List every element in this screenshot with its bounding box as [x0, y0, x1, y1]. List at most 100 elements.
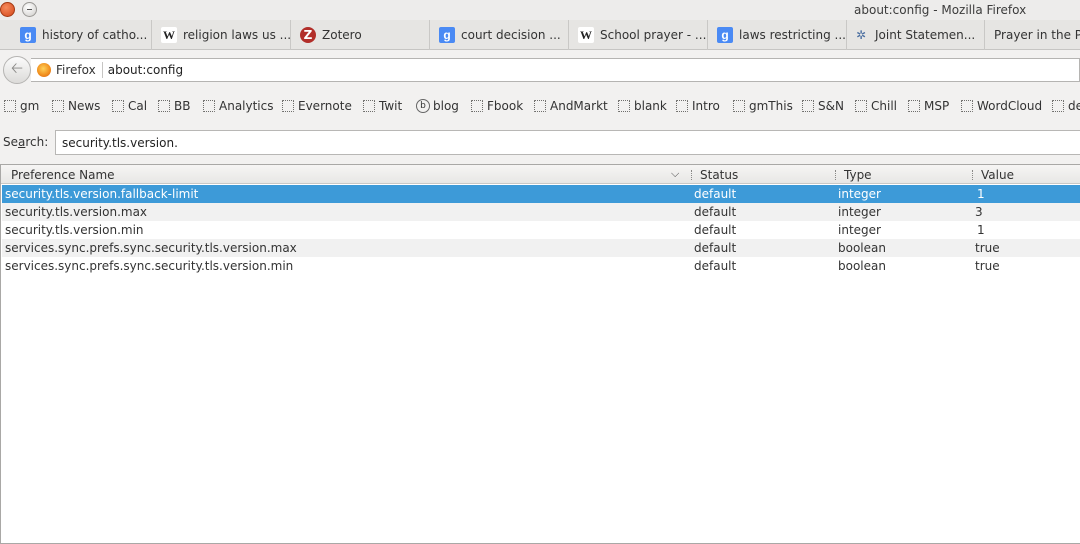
bookmark-chill[interactable]: Chill: [855, 96, 897, 116]
tab-joint-statement[interactable]: ✲ Joint Statemen...: [847, 20, 985, 50]
column-header-value[interactable]: Value: [981, 168, 1014, 182]
folder-icon: [618, 100, 630, 112]
bookmark-twit[interactable]: Twit: [363, 96, 402, 116]
bookmark-label: gmThis: [749, 99, 793, 113]
minimize-window-icon[interactable]: [22, 2, 37, 17]
wikipedia-icon: W: [161, 27, 177, 43]
column-splitter[interactable]: [691, 170, 692, 180]
cell-preference-name: security.tls.version.min: [5, 223, 144, 237]
bookmark-blank[interactable]: blank: [618, 96, 667, 116]
tab-prayer-in-the-public[interactable]: Prayer in the Pu: [985, 20, 1080, 50]
blog-icon: b: [416, 99, 430, 113]
folder-icon: [282, 100, 294, 112]
column-header-preference-name[interactable]: Preference Name: [11, 168, 115, 182]
bookmark-msp[interactable]: MSP: [908, 96, 949, 116]
table-row[interactable]: security.tls.version.min default integer…: [2, 221, 1080, 239]
folder-icon: [961, 100, 973, 112]
search-row: Search: security.tls.version.: [0, 126, 1080, 158]
tab-religion-laws[interactable]: W religion laws us ...: [152, 20, 291, 50]
folder-icon: [534, 100, 546, 112]
folder-icon: [4, 100, 16, 112]
bookmark-label: Chill: [871, 99, 897, 113]
identity-label: Firefox: [56, 63, 96, 77]
bookmark-label: Intro: [692, 99, 720, 113]
site-identity-button[interactable]: Firefox: [31, 62, 103, 78]
bookmark-andmarkt[interactable]: AndMarkt: [534, 96, 608, 116]
column-splitter[interactable]: [972, 170, 973, 180]
folder-icon: [802, 100, 814, 112]
navigation-toolbar: 🡠 Firefox about:config: [0, 50, 1080, 90]
cell-status: default: [694, 187, 737, 201]
bookmark-news[interactable]: News: [52, 96, 100, 116]
bookmark-label: Fbook: [487, 99, 524, 113]
bookmark-label: S&N: [818, 99, 844, 113]
bookmark-evernote[interactable]: Evernote: [282, 96, 352, 116]
folder-icon: [203, 100, 215, 112]
tab-laws-restricting[interactable]: g laws restricting ...: [708, 20, 847, 50]
column-header-type[interactable]: Type: [844, 168, 872, 182]
table-row[interactable]: services.sync.prefs.sync.security.tls.ve…: [2, 257, 1080, 275]
cell-preference-name: services.sync.prefs.sync.security.tls.ve…: [5, 241, 297, 255]
cell-value: 3: [975, 205, 983, 219]
bookmark-label: blog: [433, 99, 459, 113]
bookmark-label: News: [68, 99, 101, 113]
cell-status: default: [694, 205, 737, 219]
cell-value: true: [975, 259, 1000, 273]
bookmark-analytics[interactable]: Analytics: [203, 96, 274, 116]
bookmark-wordcloud[interactable]: WordCloud: [961, 96, 1042, 116]
tab-zotero[interactable]: Z Zotero: [291, 20, 430, 50]
column-header-status[interactable]: Status: [700, 168, 738, 182]
folder-icon: [363, 100, 375, 112]
table-row-selected[interactable]: security.tls.version.fallback-limit defa…: [2, 185, 1080, 203]
bookmark-label: MSP: [924, 99, 950, 113]
google-icon: g: [439, 27, 455, 43]
close-window-icon[interactable]: [0, 2, 15, 17]
url-text[interactable]: about:config: [103, 63, 183, 77]
bookmark-de[interactable]: de: [1052, 96, 1080, 116]
tree-header: Preference Name ⌵ Status Type Value: [1, 165, 1080, 184]
tab-strip: g history of catho... W religion laws us…: [0, 20, 1080, 50]
table-row[interactable]: services.sync.prefs.sync.security.tls.ve…: [2, 239, 1080, 257]
folder-icon: [112, 100, 124, 112]
cell-type: boolean: [838, 241, 886, 255]
bookmark-s-and-n[interactable]: S&N: [802, 96, 844, 116]
bookmark-blog[interactable]: b blog: [416, 96, 459, 116]
folder-icon: [855, 100, 867, 112]
back-arrow-icon: 🡠: [10, 58, 24, 77]
tab-court-decision[interactable]: g court decision ...: [430, 20, 569, 50]
search-input[interactable]: security.tls.version.: [55, 130, 1080, 155]
folder-icon: [52, 100, 64, 112]
url-bar[interactable]: Firefox about:config: [31, 58, 1080, 82]
zotero-icon: Z: [300, 27, 316, 43]
bookmark-bb[interactable]: BB: [158, 96, 190, 116]
cell-status: default: [694, 259, 737, 273]
tab-label: Zotero: [322, 28, 362, 42]
cell-type: integer: [838, 223, 881, 237]
preferences-tree[interactable]: Preference Name ⌵ Status Type Value secu…: [0, 164, 1080, 544]
tab-school-prayer[interactable]: W School prayer - ...: [569, 20, 708, 50]
bookmarks-toolbar: gm News Cal BB Analytics Evernote Twit b…: [0, 96, 1080, 118]
cell-value: 1: [977, 187, 985, 201]
bookmark-label: blank: [634, 99, 667, 113]
back-button[interactable]: 🡠: [3, 56, 31, 84]
tab-label: history of catho...: [42, 28, 148, 42]
bookmark-gm[interactable]: gm: [4, 96, 39, 116]
cell-preference-name: security.tls.version.fallback-limit: [5, 187, 199, 201]
bookmark-intro[interactable]: Intro: [676, 96, 720, 116]
tab-history-of-catholic[interactable]: g history of catho...: [0, 20, 152, 50]
bookmark-label: Cal: [128, 99, 148, 113]
column-splitter[interactable]: [835, 170, 836, 180]
wikipedia-icon: W: [578, 27, 594, 43]
folder-icon: [471, 100, 483, 112]
cell-type: integer: [838, 205, 881, 219]
folder-icon: [733, 100, 745, 112]
folder-icon: [158, 100, 170, 112]
bookmark-gmthis[interactable]: gmThis: [733, 96, 793, 116]
folder-icon: [676, 100, 688, 112]
tab-label: laws restricting ...: [739, 28, 846, 42]
table-row[interactable]: security.tls.version.max default integer…: [2, 203, 1080, 221]
bookmark-fbook[interactable]: Fbook: [471, 96, 523, 116]
chevron-down-icon[interactable]: ⌵: [671, 167, 679, 181]
statue-icon: ✲: [855, 28, 867, 42]
bookmark-cal[interactable]: Cal: [112, 96, 147, 116]
